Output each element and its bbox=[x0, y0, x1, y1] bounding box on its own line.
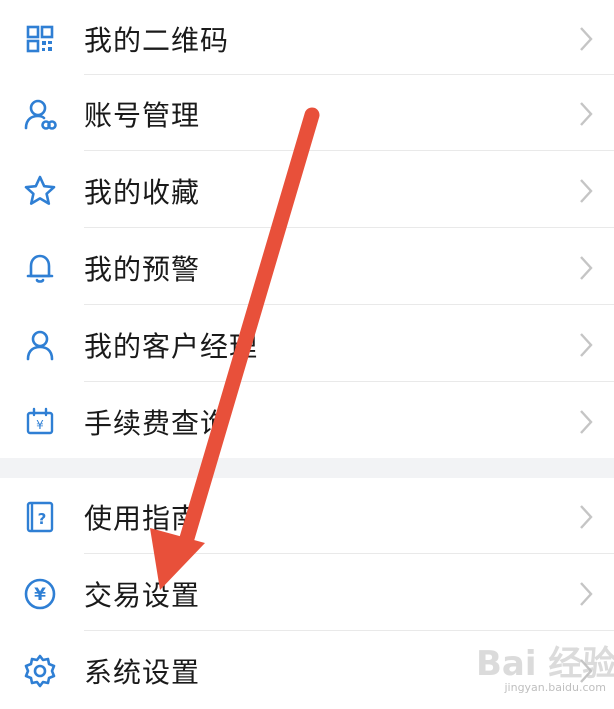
chevron-right-icon bbox=[576, 330, 596, 360]
yen-circle-icon: ¥ bbox=[22, 576, 58, 612]
svg-text:¥: ¥ bbox=[36, 418, 44, 432]
divider bbox=[84, 304, 614, 305]
divider bbox=[84, 553, 614, 554]
qr-code-icon bbox=[22, 21, 58, 57]
guide-book-icon: ? bbox=[22, 499, 58, 535]
person-icon bbox=[22, 327, 58, 363]
watermark: Bai 经验 jingyan.baidu.com bbox=[476, 632, 614, 694]
menu-item-my-favorites[interactable]: 我的收藏 bbox=[0, 152, 614, 229]
menu-item-label: 我的二维码 bbox=[84, 23, 230, 57]
menu-item-label: 手续费查询 bbox=[84, 406, 230, 440]
menu-item-my-alerts[interactable]: 我的预警 bbox=[0, 229, 614, 306]
menu-item-label: 交易设置 bbox=[84, 578, 201, 612]
chevron-right-icon bbox=[576, 24, 596, 54]
menu-item-label: 我的预警 bbox=[84, 252, 201, 286]
bell-icon bbox=[22, 250, 58, 286]
menu-item-trade-settings[interactable]: ¥ 交易设置 bbox=[0, 555, 614, 632]
menu-item-label: 我的收藏 bbox=[84, 175, 201, 209]
chevron-right-icon bbox=[576, 502, 596, 532]
menu-item-label: 使用指南 bbox=[84, 501, 201, 535]
divider bbox=[84, 381, 614, 382]
section-separator bbox=[0, 458, 614, 478]
menu-item-my-qr-code[interactable]: 我的二维码 bbox=[0, 0, 614, 77]
divider bbox=[84, 630, 614, 631]
svg-text:¥: ¥ bbox=[34, 585, 46, 605]
menu-item-account-management[interactable]: 账号管理 bbox=[0, 75, 614, 152]
watermark-url: jingyan.baidu.com bbox=[504, 681, 606, 694]
watermark-logo-text: Bai 经验 bbox=[476, 644, 614, 684]
divider bbox=[84, 227, 614, 228]
svg-text:?: ? bbox=[38, 510, 47, 528]
menu-item-user-guide[interactable]: ? 使用指南 bbox=[0, 478, 614, 555]
chevron-right-icon bbox=[576, 253, 596, 283]
chevron-right-icon bbox=[576, 99, 596, 129]
menu-item-label: 系统设置 bbox=[84, 655, 201, 689]
menu-item-label: 我的客户经理 bbox=[84, 329, 259, 363]
chevron-right-icon bbox=[576, 176, 596, 206]
menu-item-label: 账号管理 bbox=[84, 98, 201, 132]
menu-item-my-account-manager[interactable]: 我的客户经理 bbox=[0, 306, 614, 383]
star-icon bbox=[22, 173, 58, 209]
calendar-yen-icon: ¥ bbox=[22, 404, 58, 440]
chevron-right-icon bbox=[576, 407, 596, 437]
account-link-icon bbox=[22, 96, 58, 132]
chevron-right-icon bbox=[576, 579, 596, 609]
gear-icon bbox=[22, 653, 58, 689]
divider bbox=[84, 150, 614, 151]
menu-group-1: 我的二维码 账号管理 我的收藏 我的预警 我的客户经理 ¥ 手续费查询 bbox=[0, 0, 614, 456]
menu-item-fee-inquiry[interactable]: ¥ 手续费查询 bbox=[0, 383, 614, 460]
